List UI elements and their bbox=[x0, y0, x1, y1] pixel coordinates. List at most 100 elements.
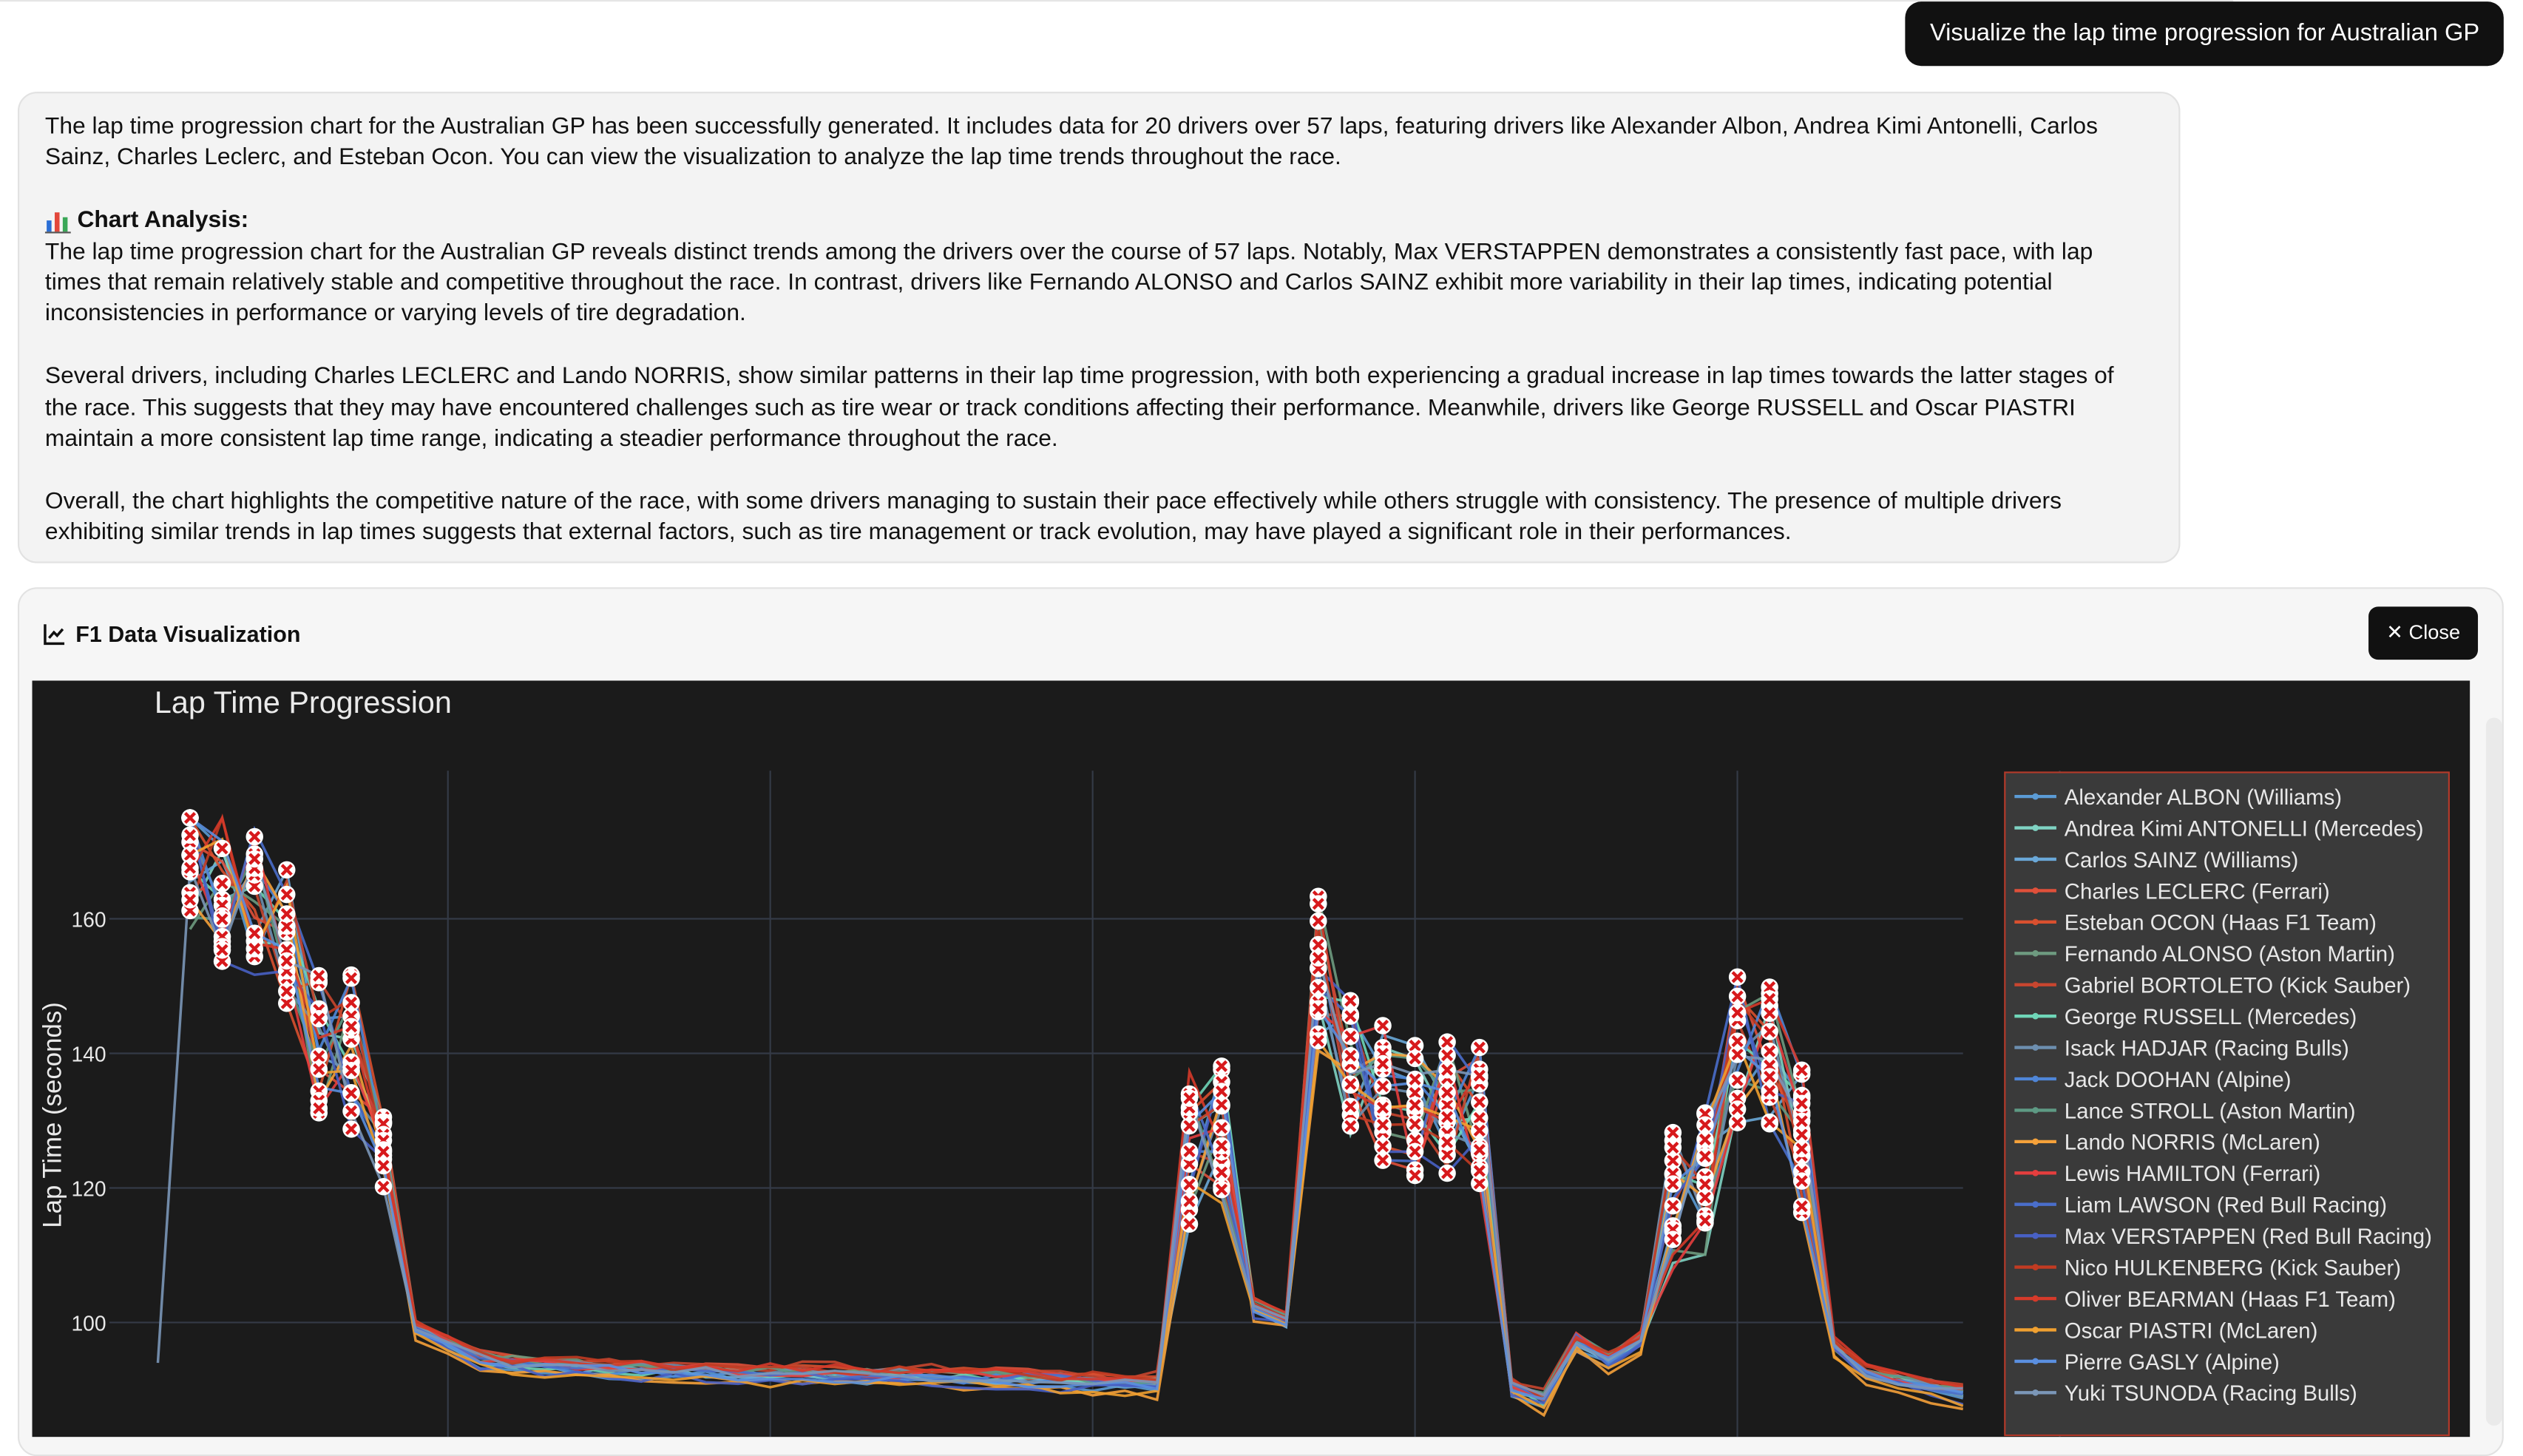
legend-swatch-dot bbox=[2032, 824, 2039, 831]
legend-entry: Andrea Kimi ANTONELLI (Mercedes) bbox=[2065, 816, 2424, 841]
plot-area[interactable]: Lap Time Progression Lap Time (seconds) … bbox=[32, 680, 2470, 1438]
pit-marker bbox=[1792, 1112, 1811, 1130]
legend-entry: Liam LAWSON (Red Bull Racing) bbox=[2065, 1193, 2387, 1218]
pit-marker bbox=[374, 1157, 393, 1175]
pit-marker bbox=[1180, 1192, 1199, 1210]
pit-marker bbox=[1341, 1007, 1360, 1025]
pit-marker bbox=[310, 1100, 328, 1117]
pit-marker bbox=[310, 966, 328, 985]
pit-marker bbox=[1341, 1027, 1360, 1046]
pit-marker bbox=[1374, 1099, 1392, 1117]
series-layer bbox=[156, 813, 1964, 1418]
pit-marker bbox=[310, 1060, 328, 1078]
legend-swatch-dot bbox=[2032, 793, 2039, 800]
legend-entry: George RUSSELL (Mercedes) bbox=[2065, 1005, 2357, 1029]
legend-swatch-dot bbox=[2032, 1012, 2039, 1020]
pit-marker bbox=[342, 1084, 360, 1103]
pit-marker bbox=[1438, 1133, 1456, 1151]
pit-marker bbox=[1374, 1077, 1392, 1095]
legend-entry: Lando NORRIS (McLaren) bbox=[2065, 1131, 2320, 1155]
legend-entry: Carlos SAINZ (Williams) bbox=[2065, 848, 2298, 873]
pit-marker bbox=[342, 1061, 360, 1080]
pit-marker bbox=[1310, 949, 1327, 967]
series-line bbox=[189, 813, 1963, 1402]
pit-marker bbox=[1213, 1083, 1230, 1100]
legend-swatch-dot bbox=[2032, 1264, 2039, 1270]
series-line bbox=[189, 832, 1963, 1402]
series-line bbox=[189, 834, 1964, 1403]
pit-marker bbox=[1438, 1164, 1456, 1182]
analysis-paragraph-3: Overall, the chart highlights the compet… bbox=[44, 489, 2062, 546]
bar-chart-icon bbox=[44, 210, 71, 234]
analysis-heading-text: Chart Analysis: bbox=[77, 208, 249, 234]
pit-marker bbox=[1761, 1068, 1778, 1086]
legend-entry: Pierre GASLY (Alpine) bbox=[2065, 1350, 2280, 1375]
pit-marker bbox=[278, 861, 296, 879]
pit-marker bbox=[1696, 1211, 1714, 1230]
pit-marker bbox=[1213, 1163, 1230, 1182]
pit-marker bbox=[1696, 1175, 1714, 1193]
legend-swatch-dot bbox=[2032, 981, 2039, 989]
pit-marker bbox=[245, 940, 263, 958]
pit-marker bbox=[1728, 1100, 1747, 1118]
legend-swatch-dot bbox=[2032, 1327, 2039, 1333]
pit-marker bbox=[1213, 1180, 1230, 1199]
series-line bbox=[189, 881, 1963, 1391]
pit-marker bbox=[1310, 1032, 1327, 1050]
pit-marker bbox=[1406, 1142, 1424, 1161]
pit-marker bbox=[1664, 1175, 1682, 1193]
pit-marker bbox=[1180, 1142, 1199, 1160]
pit-marker bbox=[213, 910, 231, 928]
pit-marker bbox=[1728, 1032, 1747, 1050]
top-divider bbox=[0, 0, 2234, 2]
legend-swatch-dot bbox=[2032, 1169, 2039, 1176]
series-line bbox=[189, 814, 1964, 1398]
series-line bbox=[156, 855, 1963, 1397]
y-tick-label: 160 bbox=[71, 907, 106, 931]
legend-swatch-dot bbox=[2032, 1201, 2039, 1208]
pit-marker bbox=[1310, 895, 1327, 913]
legend-swatch-dot bbox=[2032, 1389, 2039, 1396]
panel-scrollbar[interactable] bbox=[2485, 717, 2502, 1426]
pit-marker bbox=[1213, 1119, 1230, 1137]
series-line bbox=[189, 817, 1964, 1403]
lap-time-chart[interactable]: Lap Time Progression Lap Time (seconds) … bbox=[33, 680, 2470, 1438]
pit-marker bbox=[1341, 1117, 1360, 1135]
pit-marker bbox=[213, 874, 231, 893]
panel-header: F1 Data Visualization bbox=[44, 621, 300, 647]
legend-entry: Gabriel BORTOLETO (Kick Sauber) bbox=[2065, 974, 2411, 998]
pit-marker bbox=[1310, 1000, 1327, 1017]
pit-marker bbox=[1341, 1097, 1360, 1115]
pit-marker bbox=[374, 1178, 393, 1196]
pit-marker bbox=[1696, 1116, 1714, 1134]
pit-marker bbox=[245, 924, 263, 942]
analysis-paragraph-2: Several drivers, including Charles LECLE… bbox=[44, 364, 2114, 453]
legend-entry: Oscar PIASTRI (McLaren) bbox=[2065, 1318, 2318, 1343]
close-button[interactable]: ✕ Close bbox=[2368, 606, 2479, 660]
pit-marker bbox=[1374, 1116, 1392, 1134]
pit-marker bbox=[1792, 1172, 1811, 1190]
pit-marker bbox=[1761, 990, 1778, 1008]
pit-marker bbox=[181, 859, 199, 877]
pit-marker bbox=[310, 1009, 328, 1028]
pit-marker bbox=[1374, 1151, 1392, 1169]
assistant-intro: The lap time progression chart for the A… bbox=[44, 114, 2098, 172]
analysis-heading: Chart Analysis: bbox=[44, 206, 2153, 237]
pit-marker bbox=[342, 1017, 360, 1036]
pit-marker bbox=[278, 905, 296, 923]
legend-swatch-dot bbox=[2032, 1295, 2039, 1302]
pit-marker bbox=[213, 941, 231, 959]
pit-marker bbox=[1406, 1166, 1424, 1185]
pit-marker bbox=[245, 827, 263, 846]
y-axis-label: Lap Time (seconds) bbox=[38, 1002, 67, 1228]
pit-marker bbox=[181, 809, 199, 827]
pit-marker bbox=[1471, 1162, 1489, 1180]
pit-marker bbox=[1792, 1197, 1811, 1216]
pit-marker bbox=[1471, 1122, 1489, 1140]
pit-marker bbox=[1310, 912, 1327, 930]
pit-marker bbox=[1438, 1061, 1456, 1079]
legend-entry: Max VERSTAPPEN (Red Bull Racing) bbox=[2065, 1225, 2432, 1249]
pit-marker bbox=[213, 839, 231, 858]
pit-marker bbox=[1341, 1075, 1360, 1093]
pit-marker bbox=[1213, 1057, 1230, 1075]
